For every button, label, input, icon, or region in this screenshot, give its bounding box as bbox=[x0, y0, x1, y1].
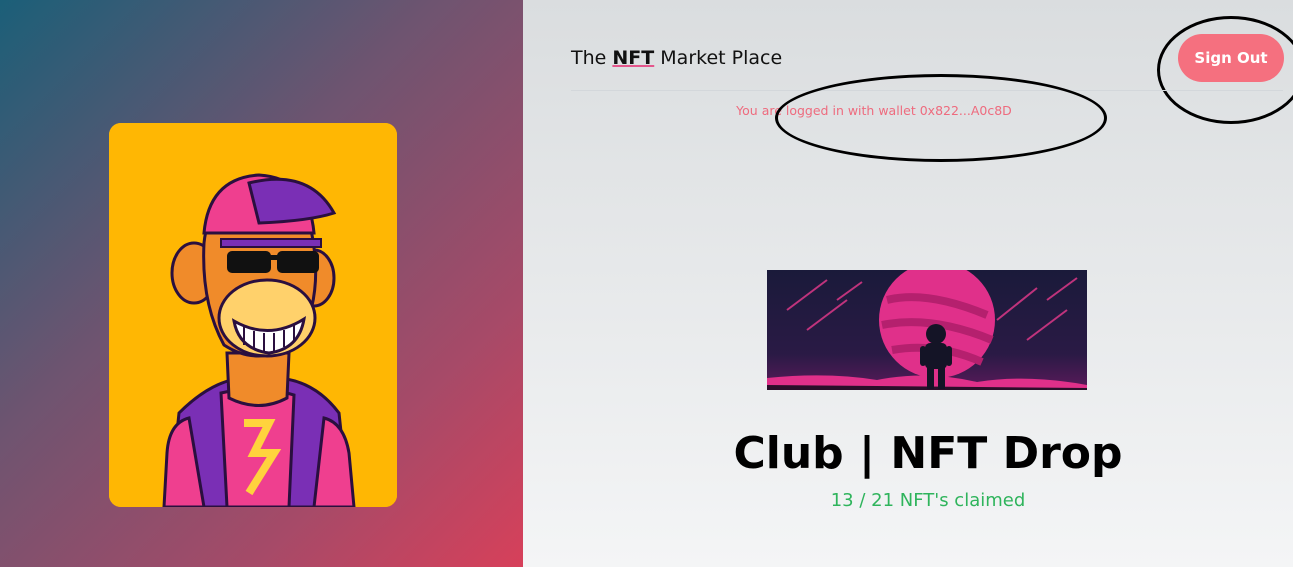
wallet-annotation-ring bbox=[775, 74, 1107, 162]
wallet-status-text: You are logged in with wallet 0x822...A0… bbox=[736, 103, 1012, 118]
sign-out-button[interactable]: Sign Out bbox=[1178, 34, 1284, 82]
collection-banner-image bbox=[767, 270, 1087, 390]
brand-title[interactable]: The NFT Market Place bbox=[571, 47, 782, 69]
drop-title: Club | NFT Drop bbox=[733, 428, 1123, 479]
space-astronaut-illustration bbox=[767, 270, 1087, 390]
brand-suffix: Market Place bbox=[660, 47, 783, 69]
main-panel: The NFT Market Place Sign Out You are lo… bbox=[523, 0, 1293, 567]
header-divider bbox=[571, 90, 1283, 91]
brand-prefix: The bbox=[571, 47, 607, 69]
hero-panel bbox=[0, 0, 523, 567]
ape-illustration bbox=[109, 123, 397, 507]
brand-highlight: NFT bbox=[612, 47, 655, 69]
nft-preview-image bbox=[109, 123, 397, 507]
wallet-status: You are logged in with wallet 0x822...A0… bbox=[523, 103, 1293, 118]
claimed-count: 13 / 21 NFT's claimed bbox=[830, 490, 1026, 511]
